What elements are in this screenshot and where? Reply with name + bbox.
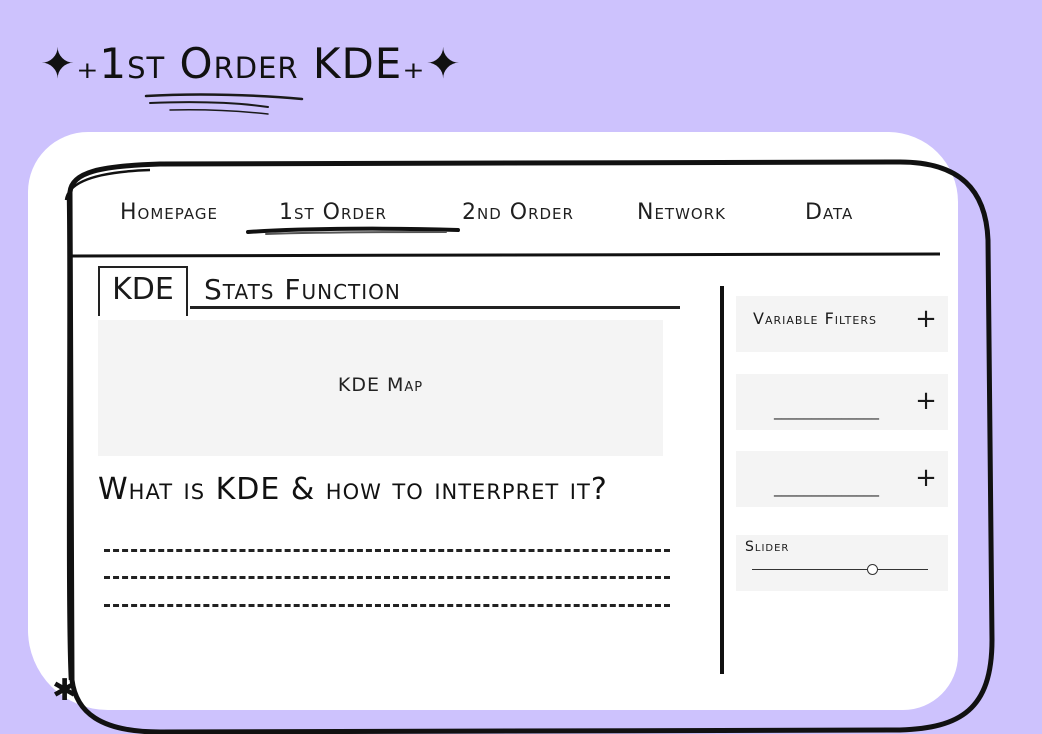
filter-2-blank[interactable]: ______________ [774,402,879,420]
filter-3-blank[interactable]: ______________ [774,479,879,497]
placeholder-text-line [104,549,670,552]
nav-homepage[interactable]: Homepage [120,196,218,230]
add-filter-3-button[interactable]: + [914,465,938,491]
filter-panel-2: ______________ + [736,374,948,430]
sidebar-divider [720,286,724,674]
asterisk-doodle: ✱ [52,673,78,708]
kde-map-label: KDE Map [337,374,424,396]
tab-baseline [190,306,680,309]
tab-stats-function[interactable]: Stats Function [204,270,401,310]
add-filter-2-button[interactable]: + [914,388,938,414]
kde-explanation-heading: What is KDE & how to interpret it? [98,472,608,507]
placeholder-text-line [104,604,670,607]
nav-2nd-order[interactable]: 2nd Order [462,196,574,230]
slider-thumb[interactable] [867,564,879,575]
variable-filters-label: Variable Filters [753,309,877,328]
slider-panel: Slider [736,535,948,591]
filter-panel-3: ______________ + [736,451,948,507]
nav-network[interactable]: Network [637,196,726,230]
variable-filters-panel: Variable Filters + [736,296,948,352]
kde-map-placeholder[interactable]: KDE Map [98,320,663,456]
slider-track[interactable] [752,564,928,575]
active-nav-underline [246,226,460,235]
title-underline [144,93,304,115]
nav-data[interactable]: Data [805,196,853,230]
add-variable-filter-button[interactable]: + [914,306,938,332]
slider-label: Slider [745,539,790,555]
nav-1st-order[interactable]: 1st Order [279,196,387,230]
page-title: ✦₊1st Order KDE₊✦ [40,39,462,88]
placeholder-text-line [104,576,670,579]
tab-kde[interactable]: KDE [98,266,188,316]
